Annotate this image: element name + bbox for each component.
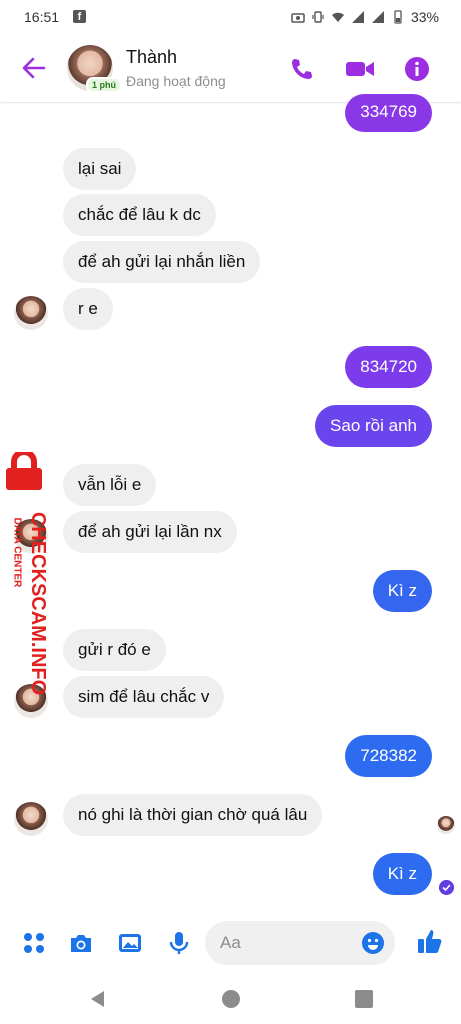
watermark-site: CHECKSCAM.INFO [27,511,50,696]
vibrate-icon [312,11,324,23]
status-bar: 16:51 f 33% [0,0,461,34]
sent-check-icon [439,880,454,895]
message-bubble[interactable]: Kì z [372,853,432,895]
message-input[interactable]: Aa [205,921,395,965]
wifi-icon [331,12,344,22]
signal-icon [371,11,384,23]
watermark-tagline: DATA CENTER [11,517,23,588]
message-list[interactable]: 334769 lại sai chắc để lâu k dc để ah gử… [0,94,461,910]
nav-back-icon[interactable] [88,989,108,1009]
camera-icon [291,13,305,23]
video-call-icon[interactable] [345,56,375,82]
camera-icon[interactable] [68,930,94,956]
clock: 16:51 [24,9,60,25]
message-bubble[interactable]: lại sai [63,148,137,190]
message-bubble[interactable]: để ah gửi lại lần nx [63,511,237,553]
message-bubble[interactable]: 834720 [345,346,432,388]
contact-name[interactable]: Thành [126,47,177,68]
message-bubble[interactable]: vẫn lỗi e [63,464,157,506]
gallery-icon[interactable] [117,930,143,956]
message-bubble[interactable]: để ah gửi lại nhắn liền [63,241,261,283]
status-icons: 33% [291,9,439,25]
sender-avatar[interactable] [14,802,48,836]
message-bubble[interactable]: Kì z [372,570,432,612]
message-bubble[interactable]: sim để lâu chắc v [63,676,225,718]
message-bubble[interactable]: 334769 [345,94,432,132]
message-bubble[interactable]: gửi r đó e [63,629,166,671]
conversation-header: 1 phú Thành Đang hoạt động [0,34,461,102]
contact-status: Đang hoạt động [126,73,226,89]
apps-grid-icon[interactable] [21,930,47,956]
active-time-badge: 1 phú [86,77,122,93]
info-icon[interactable] [404,56,430,82]
read-receipt-avatar [437,816,455,834]
composer-bar: Aa [0,912,461,974]
nav-home-icon[interactable] [221,989,241,1009]
nav-recents-icon[interactable] [354,989,374,1009]
signal-icon [351,11,364,23]
system-nav-bar [0,974,461,1024]
message-input-placeholder: Aa [220,933,241,952]
message-bubble[interactable]: nó ghi là thời gian chờ quá lâu [63,794,323,836]
battery-icon [394,10,402,24]
battery-level: 33% [410,9,439,25]
phone-call-icon[interactable] [289,56,315,82]
message-bubble[interactable]: Sao rồi anh [315,405,432,447]
lock-icon [6,452,42,490]
watermark: CHECKSCAM.INFO DATA CENTER [2,452,52,695]
microphone-icon[interactable] [166,930,192,956]
message-bubble[interactable]: r e [63,288,113,330]
sender-avatar[interactable] [14,296,48,330]
message-bubble[interactable]: 728382 [345,735,432,777]
facebook-notification-icon: f [73,10,86,23]
emoji-icon[interactable] [361,931,385,955]
back-arrow-icon[interactable] [20,54,48,82]
like-thumb-icon[interactable] [416,927,444,955]
message-bubble[interactable]: chắc để lâu k dc [63,194,216,236]
